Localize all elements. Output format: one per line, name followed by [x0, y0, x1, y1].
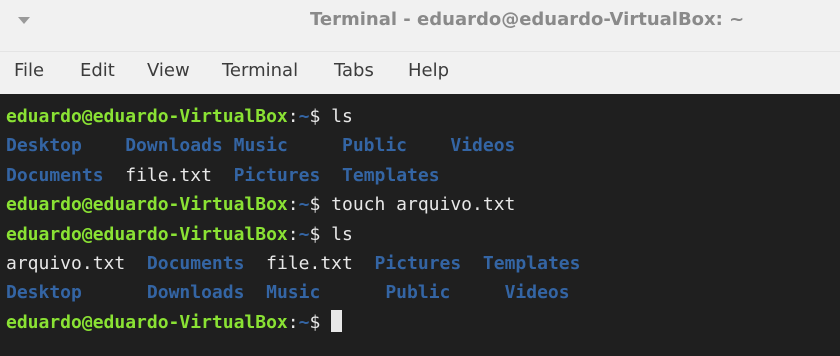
prompt-dollar: $ [309, 223, 332, 245]
window-title: Terminal - eduardo@eduardo-VirtualBox: ~ [310, 9, 745, 30]
prompt-user-host: eduardo@eduardo-VirtualBox [6, 223, 288, 245]
command-text: ls [331, 106, 353, 127]
text-cursor [331, 309, 343, 332]
directory-entry: Public [341, 135, 408, 157]
directory-entry: Music [233, 135, 288, 157]
prompt-colon: : [287, 311, 299, 333]
directory-entry: Desktop [6, 282, 82, 304]
menu-view[interactable]: View [147, 60, 190, 81]
menu-help[interactable]: Help [408, 60, 449, 81]
directory-entry: Music [266, 282, 321, 304]
directory-entry: Videos [504, 282, 570, 304]
listing-line: arquivo.txt Documents file.txt Pictures … [6, 249, 840, 278]
menu-bar: File Edit View Terminal Tabs Help [0, 52, 840, 94]
title-bar[interactable]: Terminal - eduardo@eduardo-VirtualBox: ~ [0, 0, 840, 52]
listing-line: Documents file.txt Pictures Templates [6, 161, 840, 190]
directory-entry: Pictures [374, 252, 462, 274]
directory-entry: Downloads [146, 282, 245, 304]
prompt-dollar: $ [309, 194, 332, 216]
terminal-output[interactable]: eduardo@eduardo-VirtualBox:~$ ls Desktop … [0, 94, 840, 356]
prompt-colon: : [287, 106, 299, 127]
prompt-colon: : [287, 194, 299, 216]
directory-entry: Pictures [233, 164, 321, 186]
terminal-window: Terminal - eduardo@eduardo-VirtualBox: ~… [0, 0, 840, 356]
prompt-user-host: eduardo@eduardo-VirtualBox [6, 311, 288, 333]
directory-entry: Videos [450, 135, 516, 157]
prompt-user-host: eduardo@eduardo-VirtualBox [6, 194, 288, 216]
prompt-line: eduardo@eduardo-VirtualBox:~$ ls [6, 220, 840, 249]
chevron-down-icon[interactable] [14, 10, 34, 30]
listing-line: Desktop Downloads Music Public Videos [6, 278, 840, 307]
listing-line: Desktop Downloads Music Public Videos [6, 131, 840, 160]
prompt-user-host: eduardo@eduardo-VirtualBox [6, 106, 288, 127]
prompt-dollar: $ [309, 311, 332, 333]
prompt-line: eduardo@eduardo-VirtualBox:~$ ls [6, 102, 840, 131]
directory-entry: Documents [6, 164, 104, 186]
prompt-colon: : [287, 223, 299, 245]
directory-entry: Documents [146, 252, 245, 274]
directory-entry: Templates [482, 252, 581, 274]
prompt-path: ~ [298, 311, 310, 333]
directory-entry: Desktop [6, 135, 82, 157]
file-entry: file.txt [266, 252, 353, 274]
prompt-path: ~ [298, 106, 310, 127]
menu-edit[interactable]: Edit [80, 60, 115, 81]
directory-entry: Downloads [125, 135, 223, 157]
prompt-dollar: $ [309, 106, 332, 127]
file-entry: arquivo.txt [6, 252, 126, 274]
file-entry: file.txt [125, 164, 212, 186]
directory-entry: Public [385, 282, 451, 304]
command-text: touch arquivo.txt [331, 194, 516, 216]
menu-tabs[interactable]: Tabs [334, 60, 374, 81]
menu-file[interactable]: File [14, 60, 44, 81]
menu-terminal[interactable]: Terminal [222, 60, 298, 81]
directory-entry: Templates [342, 164, 440, 186]
command-text: ls [331, 223, 353, 245]
prompt-path: ~ [298, 223, 310, 245]
prompt-line: eduardo@eduardo-VirtualBox:~$ touch arqu… [6, 190, 840, 219]
prompt-line: eduardo@eduardo-VirtualBox:~$ [6, 308, 840, 337]
prompt-path: ~ [298, 194, 310, 216]
